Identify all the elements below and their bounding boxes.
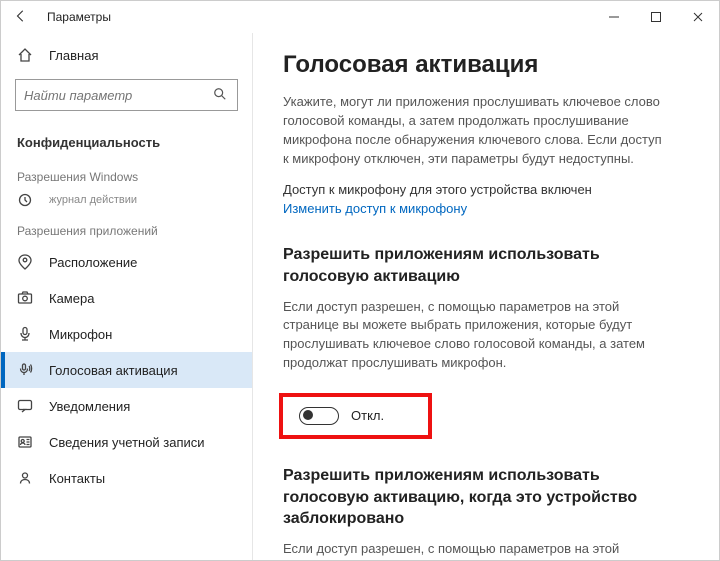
highlight-box: Откл. xyxy=(279,393,432,439)
titlebar: Параметры xyxy=(1,1,719,33)
search-icon xyxy=(213,87,229,103)
sidebar-item-notifications[interactable]: Уведомления xyxy=(1,388,252,424)
account-icon xyxy=(17,434,33,450)
home-icon xyxy=(17,47,33,63)
sidebar-truncated-label: журнал действии xyxy=(49,194,137,206)
minimize-button[interactable] xyxy=(593,3,635,31)
close-button[interactable] xyxy=(677,3,719,31)
sidebar-item-label: Сведения учетной записи xyxy=(49,435,205,450)
maximize-button[interactable] xyxy=(635,3,677,31)
sidebar-item-microphone[interactable]: Микрофон xyxy=(1,316,252,352)
sidebar-item-voice[interactable]: Голосовая активация xyxy=(1,352,252,388)
sidebar-truncated-item[interactable]: журнал действии xyxy=(1,190,252,210)
sidebar-home-label: Главная xyxy=(49,48,98,63)
sidebar-item-label: Контакты xyxy=(49,471,105,486)
sidebar-item-label: Голосовая активация xyxy=(49,363,178,378)
search-box[interactable] xyxy=(15,79,238,111)
main-content: Голосовая активация Укажите, могут ли пр… xyxy=(253,33,719,560)
notifications-icon xyxy=(17,398,33,414)
sidebar-item-label: Уведомления xyxy=(49,399,130,414)
section-windows-perms: Разрешения Windows xyxy=(1,156,252,190)
sidebar-home[interactable]: Главная xyxy=(1,37,252,73)
intro-text: Укажите, могут ли приложения прослушиват… xyxy=(283,93,663,168)
toggle-label: Откл. xyxy=(351,408,384,423)
microphone-icon xyxy=(17,326,33,342)
section1-desc: Если доступ разрешен, с помощью параметр… xyxy=(283,298,663,373)
section2-heading: Разрешить приложениям использовать голос… xyxy=(283,465,663,530)
section2-desc: Если доступ разрешен, с помощью параметр… xyxy=(283,540,663,560)
minimize-icon xyxy=(608,11,620,23)
sidebar-item-label: Расположение xyxy=(49,255,137,270)
sidebar-item-account[interactable]: Сведения учетной записи xyxy=(1,424,252,460)
sidebar-item-label: Камера xyxy=(49,291,94,306)
arrow-left-icon xyxy=(14,9,28,23)
maximize-icon xyxy=(650,11,662,23)
window-title: Параметры xyxy=(47,10,111,24)
back-button[interactable] xyxy=(11,9,31,26)
search-input[interactable] xyxy=(24,88,213,103)
sidebar-item-camera[interactable]: Камера xyxy=(1,280,252,316)
mic-status-text: Доступ к микрофону для этого устройства … xyxy=(283,182,689,197)
location-icon xyxy=(17,254,33,270)
camera-icon xyxy=(17,290,33,306)
sidebar: Главная Конфиденциальность Разрешения Wi… xyxy=(1,33,253,560)
page-heading: Голосовая активация xyxy=(283,51,689,79)
toggle-knob xyxy=(303,410,313,420)
sidebar-item-label: Микрофон xyxy=(49,327,112,342)
voice-icon xyxy=(17,362,33,378)
change-mic-access-link[interactable]: Изменить доступ к микрофону xyxy=(283,201,467,216)
voice-activation-toggle[interactable] xyxy=(299,407,339,425)
section-confidentiality: Конфиденциальность xyxy=(1,121,252,156)
close-icon xyxy=(692,11,704,23)
section-app-perms: Разрешения приложений xyxy=(1,210,252,244)
history-icon xyxy=(17,192,33,208)
contacts-icon xyxy=(17,470,33,486)
sidebar-item-location[interactable]: Расположение xyxy=(1,244,252,280)
section1-heading: Разрешить приложениям использовать голос… xyxy=(283,244,663,287)
sidebar-item-contacts[interactable]: Контакты xyxy=(1,460,252,496)
